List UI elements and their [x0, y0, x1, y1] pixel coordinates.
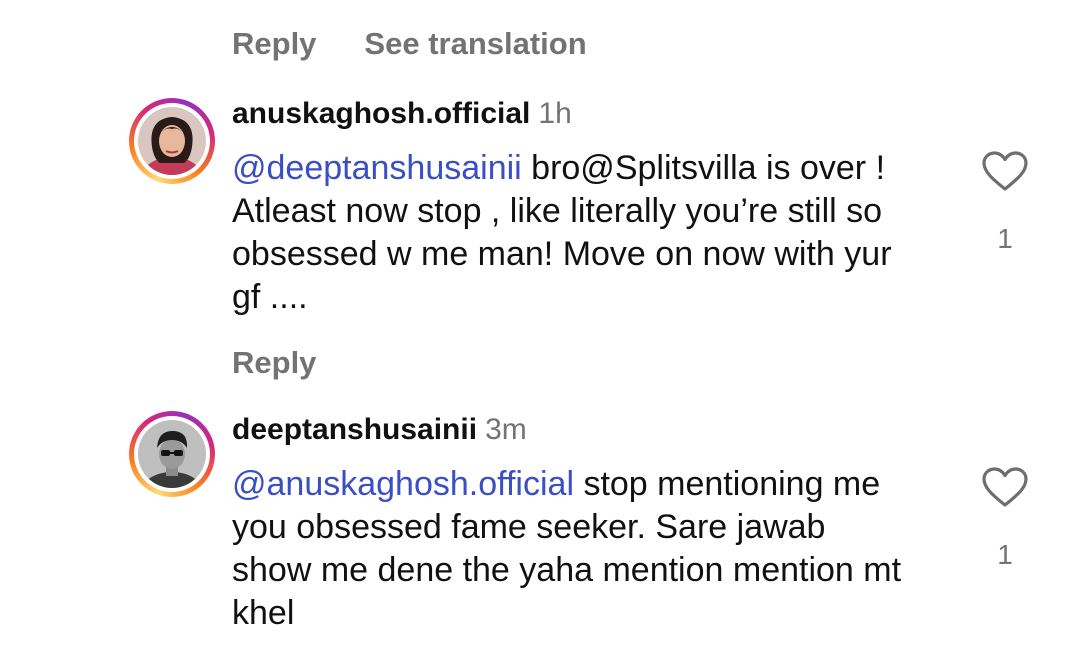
mention-link[interactable]: @deeptanshusainii — [232, 149, 522, 187]
like-column: 1 — [978, 150, 1032, 255]
comment-text: @anuskaghosh.official stop mentioning me… — [232, 463, 912, 635]
comment-text: @deeptanshusainii bro@Splitsvilla is ove… — [232, 147, 912, 319]
avatar[interactable] — [129, 98, 215, 184]
previous-comment-actions: Reply See translation — [232, 26, 587, 62]
avatar[interactable] — [129, 411, 215, 497]
username[interactable]: deeptanshusainii — [232, 413, 477, 446]
mention-link[interactable]: @anuskaghosh.official — [232, 465, 574, 503]
timestamp: 1h — [538, 97, 572, 130]
heart-icon[interactable] — [978, 466, 1032, 513]
heart-icon[interactable] — [978, 150, 1032, 197]
comment-header: anuskaghosh.official 1h — [232, 97, 572, 131]
like-column: 1 — [978, 466, 1032, 571]
username[interactable]: anuskaghosh.official — [232, 97, 530, 130]
timestamp: 3m — [485, 413, 527, 446]
like-count: 1 — [997, 223, 1013, 254]
profile-photo-man-icon — [138, 420, 206, 488]
reply-button[interactable]: Reply — [232, 26, 316, 62]
see-translation-button[interactable]: See translation — [364, 26, 586, 62]
like-count: 1 — [997, 539, 1013, 570]
comment-header: deeptanshusainii 3m — [232, 413, 527, 447]
reply-button[interactable]: Reply — [232, 345, 316, 381]
profile-photo-woman-icon — [138, 107, 206, 175]
